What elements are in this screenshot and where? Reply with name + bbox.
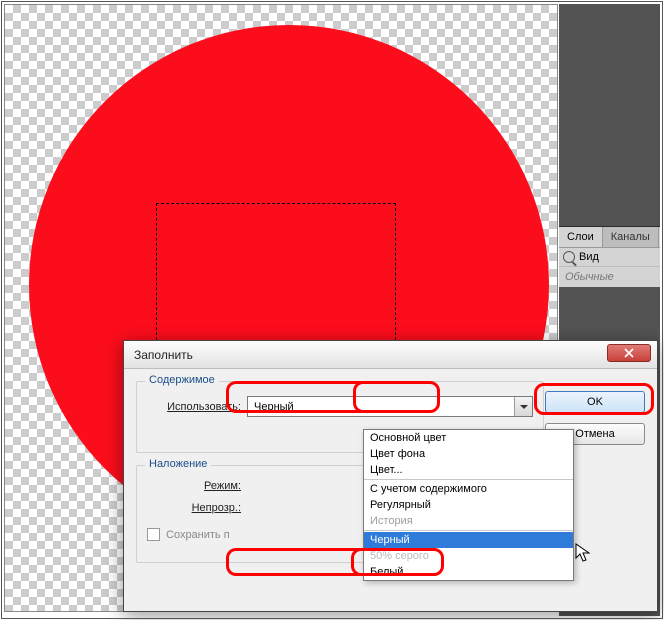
filter-kind-label[interactable]: Вид [579,251,599,263]
close-button[interactable] [607,344,651,362]
use-combobox-value: Черный [254,401,294,413]
dd-black[interactable]: Черный [364,532,573,548]
dialog-title: Заполнить [134,348,193,362]
tab-layers[interactable]: Слои [559,227,603,247]
use-label: Использовать: [147,401,241,413]
preserve-checkbox[interactable] [147,528,160,541]
opacity-label: Непрозр.: [147,502,241,514]
cursor-icon [575,543,591,566]
blend-mode-select[interactable]: Обычные [559,267,660,287]
group-blending-legend: Наложение [145,458,211,470]
dd-separator [364,479,573,480]
use-combobox[interactable]: Черный [247,396,533,417]
tab-channels[interactable]: Каналы [603,227,659,247]
dd-content-aware[interactable]: С учетом содержимого [364,481,573,497]
ok-button[interactable]: OK [545,391,645,413]
marquee-selection[interactable] [156,203,396,345]
dd-foreground-color[interactable]: Основной цвет [364,430,573,446]
dd-background-color[interactable]: Цвет фона [364,446,573,462]
dd-pattern[interactable]: Регулярный [364,497,573,513]
chevron-down-icon[interactable] [514,397,532,416]
dd-history: История [364,513,573,529]
mode-label: Режим: [147,480,241,492]
close-icon [624,348,634,358]
layers-panel: Слои Каналы Вид Обычные [559,226,660,287]
cancel-button-label: Отмена [575,428,614,440]
dd-white[interactable]: Белый [364,564,573,580]
fill-dialog: Заполнить Содержимое Использовать: Черны… [123,340,658,612]
dialog-titlebar[interactable]: Заполнить [124,341,657,369]
preserve-label: Сохранить п [166,529,230,541]
ok-button-label: OK [587,396,603,408]
panel-tabs: Слои Каналы [559,227,660,248]
dd-50-gray[interactable]: 50% серого [364,548,573,564]
group-contents-legend: Содержимое [145,374,219,386]
dd-color[interactable]: Цвет... [364,462,573,478]
search-icon [563,251,575,263]
use-dropdown-list[interactable]: Основной цвет Цвет фона Цвет... С учетом… [363,429,574,581]
dd-separator [364,530,573,531]
layer-filter-row: Вид [559,248,660,267]
